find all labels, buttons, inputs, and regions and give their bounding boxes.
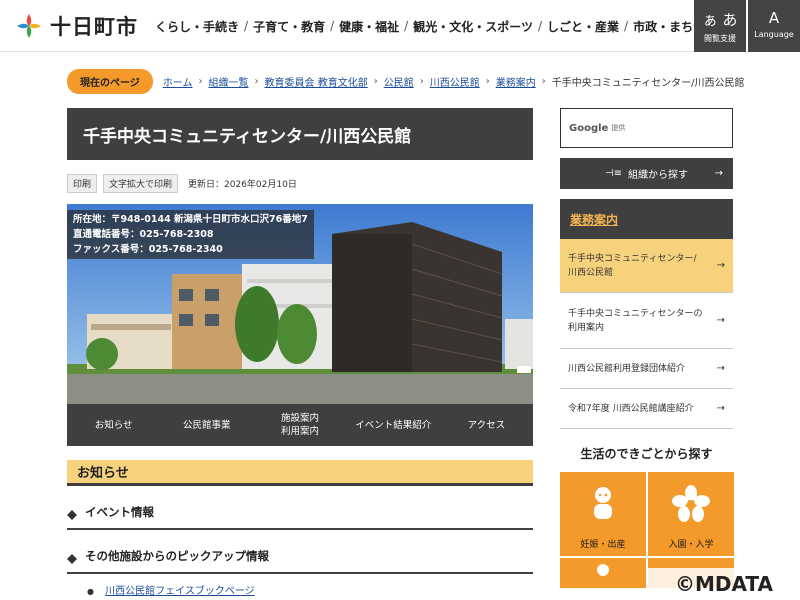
- breadcrumb-arrow-icon: ›: [541, 75, 546, 87]
- facility-fax: ファックス番号：025-768-2340: [73, 244, 223, 255]
- pickup-heading: その他施設からのピックアップ情報: [67, 530, 533, 574]
- arrow-right-icon: →: [716, 259, 725, 271]
- reading-support-label: 閲覧支援: [704, 34, 736, 43]
- notice-heading: お知らせ: [67, 460, 533, 486]
- breadcrumb-arrow-icon: ›: [419, 75, 424, 87]
- event-info-title: イベント情報: [85, 505, 154, 519]
- baby-icon: [594, 487, 612, 519]
- diamond-icon: [67, 510, 77, 520]
- person-icon: [597, 564, 609, 576]
- pickup-link-list: ● 川西公民館フェイスブックページ: [67, 574, 533, 597]
- breadcrumb-business[interactable]: 業務案内: [496, 74, 536, 89]
- pickup-title: その他施設からのピックアップ情報: [85, 549, 269, 563]
- cherry-blossom-icon: [672, 485, 710, 522]
- facility-info-overlay: 所在地：〒948-0144 新潟県十日町市水口沢76番地7 直通電話番号：025…: [67, 210, 314, 259]
- breadcrumb-arrow-icon: ›: [373, 75, 378, 87]
- tab-access[interactable]: アクセス: [440, 404, 533, 446]
- language-icon: A: [768, 9, 780, 27]
- gnav-tourism[interactable]: 観光・文化・スポーツ: [408, 18, 538, 35]
- business-nav-item-label: 千手中央コミュニティセンターの利用案内: [568, 308, 703, 333]
- language-label: Language: [754, 30, 794, 39]
- breadcrumb-current-page: 千手中央コミュニティセンター/川西公民館: [551, 77, 745, 89]
- main-content: 千手中央コミュニティセンター/川西公民館 印刷 文字拡大で印刷 更新日：2026…: [67, 108, 533, 597]
- search-provider-note: 提供: [611, 124, 626, 132]
- breadcrumb-community-hall[interactable]: 公民館: [384, 74, 414, 89]
- site-name: 十日町市: [50, 14, 138, 39]
- page-title: 千手中央コミュニティセンター/川西公民館: [67, 108, 533, 160]
- facility-address: 所在地：〒948-0144 新潟県十日町市水口沢76番地7: [73, 214, 308, 225]
- diamond-icon: [67, 554, 77, 564]
- breadcrumb-home[interactable]: ホーム: [163, 74, 193, 89]
- life-event-pregnancy[interactable]: 妊娠・出産: [560, 472, 646, 556]
- facebook-page-link[interactable]: 川西公民館フェイスブックページ: [105, 586, 255, 597]
- site-header: 十日町市 くらし・手続き / 子育て・教育 / 健康・福祉 / 観光・文化・スポ…: [0, 0, 800, 52]
- gnav-living[interactable]: くらし・手続き: [150, 18, 244, 35]
- business-nav-item-label: 千手中央コミュニティセンター/川西公民館: [568, 253, 697, 278]
- reading-support-icon: ぁ あ: [702, 11, 738, 29]
- arrow-right-icon: →: [716, 314, 725, 326]
- breadcrumb-arrow-icon: ›: [254, 75, 259, 87]
- business-nav: 業務案内 千手中央コミュニティセンター/川西公民館 → 千手中央コミュニティセン…: [560, 199, 733, 429]
- reading-support-button[interactable]: ぁ あ 閲覧支援: [694, 0, 746, 52]
- large-print-button[interactable]: 文字拡大で印刷: [103, 173, 179, 193]
- breadcrumb-arrow-icon: ›: [198, 75, 203, 87]
- org-chart-icon: ⊣≡: [604, 168, 623, 179]
- updated-date: 更新日：2026年02月10日: [188, 179, 297, 190]
- page-tools: 印刷 文字拡大で印刷 更新日：2026年02月10日: [67, 173, 533, 193]
- facility-tabs: お知らせ 公民館事業 施設案内 利用案内 イベント結果紹介 アクセス: [67, 404, 533, 446]
- tab-event-results[interactable]: イベント結果紹介: [347, 404, 440, 446]
- gnav-health[interactable]: 健康・福祉: [334, 18, 404, 35]
- life-event-label: 妊娠・出産: [580, 540, 626, 550]
- business-nav-item[interactable]: 川西公民館利用登録団体紹介 →: [560, 349, 733, 389]
- life-events-heading: 生活のできごとから探す: [580, 447, 713, 461]
- site-logo[interactable]: 十日町市: [14, 10, 138, 42]
- business-nav-item-label: 令和7年度 川西公民館講座紹介: [568, 403, 694, 414]
- global-nav: くらし・手続き / 子育て・教育 / 健康・福祉 / 観光・文化・スポーツ / …: [150, 0, 734, 52]
- life-event-label: 入園・入学: [668, 540, 714, 550]
- breadcrumb-kawanishi[interactable]: 川西公民館: [430, 74, 480, 89]
- google-logo: Google: [569, 122, 609, 134]
- gnav-work[interactable]: しごと・産業: [542, 18, 624, 35]
- city-emblem-icon: [17, 14, 41, 38]
- google-search-box[interactable]: Google 提供: [560, 108, 733, 148]
- business-nav-item-label: 川西公民館利用登録団体紹介: [568, 363, 686, 374]
- tab-programs[interactable]: 公民館事業: [160, 404, 253, 446]
- org-search-label: 組織から探す: [628, 170, 689, 181]
- breadcrumb-current-label: 現在のページ: [67, 68, 153, 94]
- print-button[interactable]: 印刷: [67, 173, 98, 193]
- watermark: ©MDATA: [648, 568, 800, 600]
- breadcrumb-arrow-icon: ›: [485, 75, 490, 87]
- business-nav-item[interactable]: 千手中央コミュニティセンター/川西公民館 →: [560, 239, 733, 293]
- event-info-heading: イベント情報: [67, 486, 533, 530]
- facility-phone: 直通電話番号：025-768-2308: [73, 229, 214, 240]
- sidebar: Google 提供 ⊣≡ 組織から探す → 業務案内 千手中央コミュニティセンタ…: [560, 108, 734, 588]
- arrow-right-icon: →: [714, 168, 723, 179]
- breadcrumb-education[interactable]: 教育委員会 教育文化部: [265, 74, 368, 89]
- life-event-school-entry[interactable]: 入園・入学: [648, 472, 734, 556]
- arrow-right-icon: →: [716, 362, 725, 374]
- language-button[interactable]: A Language: [748, 0, 800, 52]
- bullet-icon: ●: [87, 587, 94, 596]
- business-nav-item[interactable]: 令和7年度 川西公民館講座紹介 →: [560, 389, 733, 429]
- facility-photo: 所在地：〒948-0144 新潟県十日町市水口沢76番地7 直通電話番号：025…: [67, 204, 533, 404]
- tab-news[interactable]: お知らせ: [67, 404, 160, 446]
- life-event-more[interactable]: [560, 558, 646, 588]
- gnav-childcare[interactable]: 子育て・教育: [248, 18, 330, 35]
- breadcrumb-org-list[interactable]: 組織一覧: [209, 74, 249, 89]
- business-nav-heading[interactable]: 業務案内: [560, 199, 733, 239]
- org-search-button[interactable]: ⊣≡ 組織から探す →: [560, 158, 733, 189]
- breadcrumb: 現在のページ ホーム › 組織一覧 › 教育委員会 教育文化部 › 公民館 › …: [67, 68, 745, 94]
- business-nav-item[interactable]: 千手中央コミュニティセンターの利用案内 →: [560, 293, 733, 349]
- tab-facility-guide[interactable]: 施設案内 利用案内: [253, 404, 346, 446]
- arrow-right-icon: →: [716, 402, 725, 414]
